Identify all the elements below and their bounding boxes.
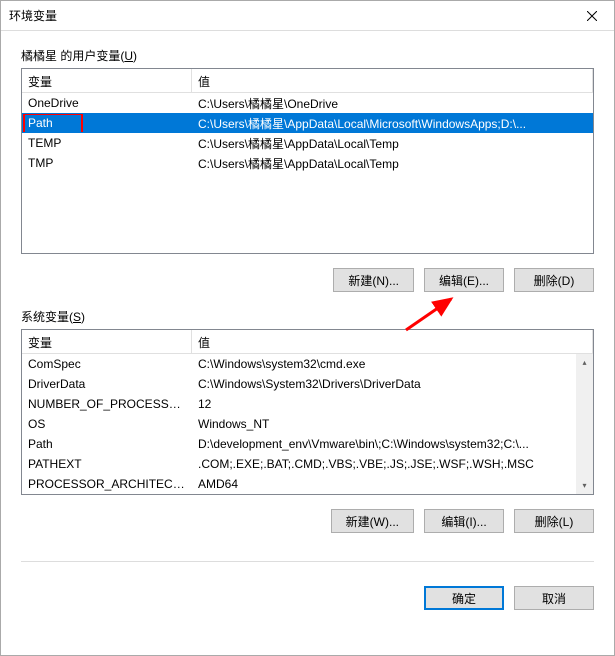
cell-value: C:\Users\橘橘星\AppData\Local\Temp bbox=[192, 153, 593, 174]
user-delete-button[interactable]: 删除(D) bbox=[514, 268, 594, 292]
cell-value: D:\development_env\Vmware\bin\;C:\Window… bbox=[192, 435, 593, 453]
cell-name: DriverData bbox=[22, 375, 192, 393]
titlebar: 环境变量 bbox=[1, 1, 614, 31]
cell-value: C:\Users\橘橘星\AppData\Local\Microsoft\Win… bbox=[192, 113, 593, 134]
highlight-box bbox=[23, 114, 83, 132]
cell-name: NUMBER_OF_PROCESSORS bbox=[22, 395, 192, 413]
list-header: 变量 值 bbox=[22, 330, 593, 354]
cell-name: PATHEXT bbox=[22, 455, 192, 473]
col-header-value[interactable]: 值 bbox=[192, 69, 593, 92]
cell-name: OS bbox=[22, 415, 192, 433]
user-buttons-row: 新建(N)... 编辑(E)... 删除(D) bbox=[21, 254, 594, 308]
system-vars-list[interactable]: 变量 值 ComSpecC:\Windows\system32\cmd.exeD… bbox=[21, 329, 594, 495]
close-icon bbox=[587, 11, 597, 21]
table-row[interactable]: PROCESSOR_ARCHITECT...AMD64 bbox=[22, 474, 593, 494]
col-header-value[interactable]: 值 bbox=[192, 330, 593, 353]
user-vars-list[interactable]: 变量 值 OneDriveC:\Users\橘橘星\OneDrivePathC:… bbox=[21, 68, 594, 254]
dialog-buttons: 确定 取消 bbox=[1, 586, 614, 626]
dialog-title: 环境变量 bbox=[9, 7, 57, 24]
close-button[interactable] bbox=[569, 1, 614, 31]
table-row[interactable]: NUMBER_OF_PROCESSORS12 bbox=[22, 394, 593, 414]
ok-button[interactable]: 确定 bbox=[424, 586, 504, 610]
cell-name: Path bbox=[22, 435, 192, 453]
table-row[interactable]: TEMPC:\Users\橘橘星\AppData\Local\Temp bbox=[22, 133, 593, 153]
system-vars-label: 系统变量(S) bbox=[21, 308, 594, 325]
table-row[interactable]: OSWindows_NT bbox=[22, 414, 593, 434]
table-row[interactable]: OneDriveC:\Users\橘橘星\OneDrive bbox=[22, 93, 593, 113]
cell-name: ComSpec bbox=[22, 355, 192, 373]
cell-value: 12 bbox=[192, 395, 593, 413]
cell-name: TMP bbox=[22, 154, 192, 172]
cell-name: TEMP bbox=[22, 134, 192, 152]
system-edit-button[interactable]: 编辑(I)... bbox=[424, 509, 504, 533]
table-row[interactable]: PathD:\development_env\Vmware\bin\;C:\Wi… bbox=[22, 434, 593, 454]
cell-name: PROCESSOR_ARCHITECT... bbox=[22, 475, 192, 493]
cell-name: Path bbox=[22, 114, 192, 132]
cell-value: C:\Windows\System32\Drivers\DriverData bbox=[192, 375, 593, 393]
cancel-button[interactable]: 取消 bbox=[514, 586, 594, 610]
cell-value: C:\Users\橘橘星\OneDrive bbox=[192, 93, 593, 114]
scroll-down-icon[interactable]: ▾ bbox=[576, 477, 593, 494]
list-header: 变量 值 bbox=[22, 69, 593, 93]
table-row[interactable]: PATHEXT.COM;.EXE;.BAT;.CMD;.VBS;.VBE;.JS… bbox=[22, 454, 593, 474]
table-row[interactable]: PathC:\Users\橘橘星\AppData\Local\Microsoft… bbox=[22, 113, 593, 133]
dialog-content: 橘橘星 的用户变量(U) 变量 值 OneDriveC:\Users\橘橘星\O… bbox=[1, 31, 614, 586]
table-row[interactable]: ComSpecC:\Windows\system32\cmd.exe bbox=[22, 354, 593, 374]
col-header-name[interactable]: 变量 bbox=[22, 69, 192, 92]
scrollbar[interactable]: ▴ ▾ bbox=[576, 354, 593, 494]
scroll-up-icon[interactable]: ▴ bbox=[576, 354, 593, 371]
cell-value: AMD64 bbox=[192, 475, 593, 493]
table-row[interactable]: TMPC:\Users\橘橘星\AppData\Local\Temp bbox=[22, 153, 593, 173]
divider bbox=[21, 561, 594, 562]
system-new-button[interactable]: 新建(W)... bbox=[331, 509, 414, 533]
user-vars-label: 橘橘星 的用户变量(U) bbox=[21, 47, 594, 64]
system-delete-button[interactable]: 删除(L) bbox=[514, 509, 594, 533]
system-buttons-row: 新建(W)... 编辑(I)... 删除(L) bbox=[21, 495, 594, 551]
table-row[interactable]: DriverDataC:\Windows\System32\Drivers\Dr… bbox=[22, 374, 593, 394]
cell-value: C:\Users\橘橘星\AppData\Local\Temp bbox=[192, 133, 593, 154]
col-header-name[interactable]: 变量 bbox=[22, 330, 192, 353]
user-new-button[interactable]: 新建(N)... bbox=[333, 268, 414, 292]
cell-value: Windows_NT bbox=[192, 415, 593, 433]
env-vars-dialog: 环境变量 橘橘星 的用户变量(U) 变量 值 OneDriveC:\Users\… bbox=[0, 0, 615, 656]
cell-value: C:\Windows\system32\cmd.exe bbox=[192, 355, 593, 373]
user-edit-button[interactable]: 编辑(E)... bbox=[424, 268, 504, 292]
cell-value: .COM;.EXE;.BAT;.CMD;.VBS;.VBE;.JS;.JSE;.… bbox=[192, 455, 593, 473]
cell-name: OneDrive bbox=[22, 94, 192, 112]
